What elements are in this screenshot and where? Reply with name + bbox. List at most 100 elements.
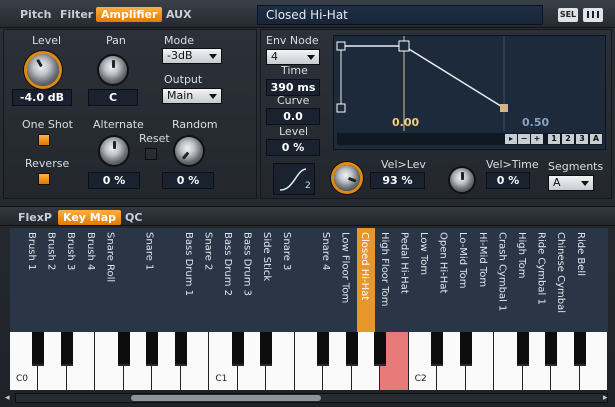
- curve-label: Curve: [277, 94, 310, 107]
- sel-button[interactable]: SEL: [558, 8, 578, 22]
- keymap-column[interactable]: Side Stick: [259, 228, 277, 332]
- keymap-column[interactable]: Brush 2: [44, 228, 62, 332]
- pan-value[interactable]: C: [88, 89, 138, 106]
- keymap-column[interactable]: Snare 4: [318, 228, 336, 332]
- black-key[interactable]: [260, 332, 273, 366]
- env-level-value[interactable]: 0 %: [266, 139, 320, 156]
- black-key[interactable]: [431, 332, 444, 366]
- keymap-column-label: Brush 2: [45, 232, 57, 271]
- black-key[interactable]: [317, 332, 330, 366]
- black-key[interactable]: [174, 332, 187, 366]
- black-key[interactable]: [146, 332, 159, 366]
- keymap-column[interactable]: Lo-Mid Tom: [455, 228, 473, 332]
- keymap-column[interactable]: Open Hi-Hat: [436, 228, 454, 332]
- mode-dropdown[interactable]: -3dB: [162, 48, 222, 64]
- keymap-column[interactable]: Pedal Hi-Hat: [396, 228, 414, 332]
- keymap-column[interactable]: Low Tom: [416, 228, 434, 332]
- keymap-column-label: Snare 3: [280, 232, 292, 271]
- envelope-node-2: [398, 40, 410, 52]
- keymap-column[interactable]: Bass Drum 1: [181, 228, 199, 332]
- output-dropdown[interactable]: Main: [162, 88, 222, 104]
- tab-pitch[interactable]: Pitch: [20, 8, 51, 21]
- keymap-column-label: Snare 1: [143, 232, 155, 271]
- tab-key-map[interactable]: Key Map: [58, 210, 122, 225]
- reset-button[interactable]: [145, 148, 157, 160]
- black-key[interactable]: [459, 332, 472, 366]
- black-key[interactable]: [117, 332, 130, 366]
- horizontal-scrollbar[interactable]: [15, 393, 608, 403]
- alternate-value[interactable]: 0 %: [88, 172, 140, 189]
- vel-lev-value[interactable]: 93 %: [370, 172, 425, 189]
- play-icon[interactable]: ▸: [505, 134, 517, 144]
- plus-icon[interactable]: +: [531, 134, 543, 144]
- env-button-3[interactable]: 3: [576, 134, 588, 144]
- keymap-column[interactable]: Bass Drum 2: [220, 228, 238, 332]
- reverse-toggle[interactable]: [38, 173, 50, 185]
- env-button-a[interactable]: A: [590, 134, 602, 144]
- curve-value[interactable]: 0.0: [266, 108, 320, 125]
- keyboard-icon[interactable]: [583, 8, 603, 22]
- keymap-column[interactable]: Ride Cymbal 1: [534, 228, 552, 332]
- black-key[interactable]: [374, 332, 387, 366]
- reset-label: Reset: [139, 132, 170, 145]
- black-key[interactable]: [32, 332, 45, 366]
- scroll-left-icon[interactable]: ◂: [5, 393, 10, 403]
- keymap-column[interactable]: Snare 1: [142, 228, 160, 332]
- vel-time-value[interactable]: 0 %: [486, 172, 530, 189]
- scroll-right-icon[interactable]: ▸: [603, 393, 608, 403]
- random-knob[interactable]: [175, 137, 203, 165]
- keymap-column[interactable]: Ride Bell: [573, 228, 591, 332]
- keymap-column[interactable]: High Floor Tom: [377, 228, 395, 332]
- octave-label: C1: [215, 374, 228, 384]
- tab-amplifier[interactable]: Amplifier: [96, 7, 163, 22]
- keymap-column-empty[interactable]: [122, 228, 140, 332]
- vel-time-knob[interactable]: [450, 168, 474, 192]
- black-key[interactable]: [516, 332, 529, 366]
- env-button-1[interactable]: 1: [548, 134, 560, 144]
- piano-keyboard[interactable]: C0 C1 C2: [10, 332, 608, 390]
- random-value[interactable]: 0 %: [162, 172, 214, 189]
- black-key[interactable]: [231, 332, 244, 366]
- keymap-column[interactable]: Crash Cymbal 1: [494, 228, 512, 332]
- keymap-column[interactable]: Chinese Cymbal: [553, 228, 571, 332]
- keymap-column[interactable]: Brush 1: [24, 228, 42, 332]
- alternate-knob[interactable]: [100, 137, 128, 165]
- keymap-column-empty[interactable]: [298, 228, 316, 332]
- env-button-2[interactable]: 2: [562, 134, 574, 144]
- keymap-column[interactable]: Brush 3: [63, 228, 81, 332]
- vel-lev-knob[interactable]: [334, 165, 360, 191]
- level-value[interactable]: -4.0 dB: [12, 89, 72, 106]
- keymap-column[interactable]: Closed Hi-Hat: [357, 228, 376, 332]
- keymap-column-label: Lo-Mid Tom: [457, 232, 469, 289]
- tab-filter[interactable]: Filter: [60, 8, 93, 21]
- keymap-column[interactable]: Brush 4: [83, 228, 101, 332]
- keymap-column-label: Low Floor Tom: [339, 232, 351, 304]
- tab-qc[interactable]: QC: [125, 211, 142, 224]
- keymap-column-label: Closed Hi-Hat: [359, 232, 371, 301]
- level-knob[interactable]: [27, 54, 59, 86]
- black-key[interactable]: [60, 332, 73, 366]
- keymap-column[interactable]: Bass Drum 3: [240, 228, 258, 332]
- keymap-column-label: Side Stick: [261, 232, 273, 282]
- preset-name[interactable]: Closed Hi-Hat: [257, 5, 543, 25]
- minus-icon[interactable]: −: [518, 134, 530, 144]
- pan-knob[interactable]: [99, 56, 127, 84]
- segments-dropdown[interactable]: A: [548, 175, 594, 191]
- tab-aux[interactable]: AUX: [166, 8, 192, 21]
- keymap-column[interactable]: Hi-Mid Tom: [475, 228, 493, 332]
- keymap-column[interactable]: High Tom: [514, 228, 532, 332]
- keymap-column[interactable]: Snare 2: [200, 228, 218, 332]
- oneshot-toggle[interactable]: [38, 134, 50, 146]
- keymap-column[interactable]: Low Floor Tom: [338, 228, 356, 332]
- black-key[interactable]: [545, 332, 558, 366]
- black-key[interactable]: [345, 332, 358, 366]
- envnode-dropdown[interactable]: 4: [266, 49, 320, 65]
- keymap-column[interactable]: Snare 3: [279, 228, 297, 332]
- scroll-thumb[interactable]: [131, 395, 321, 401]
- keymap-column-empty[interactable]: [161, 228, 179, 332]
- curve-shape-button[interactable]: 2: [273, 163, 315, 195]
- keymap-column[interactable]: Snare Roll: [102, 228, 120, 332]
- tab-flexp[interactable]: FlexP: [18, 211, 52, 224]
- keymap-column-label: Ride Cymbal 1: [535, 232, 547, 305]
- black-key[interactable]: [573, 332, 586, 366]
